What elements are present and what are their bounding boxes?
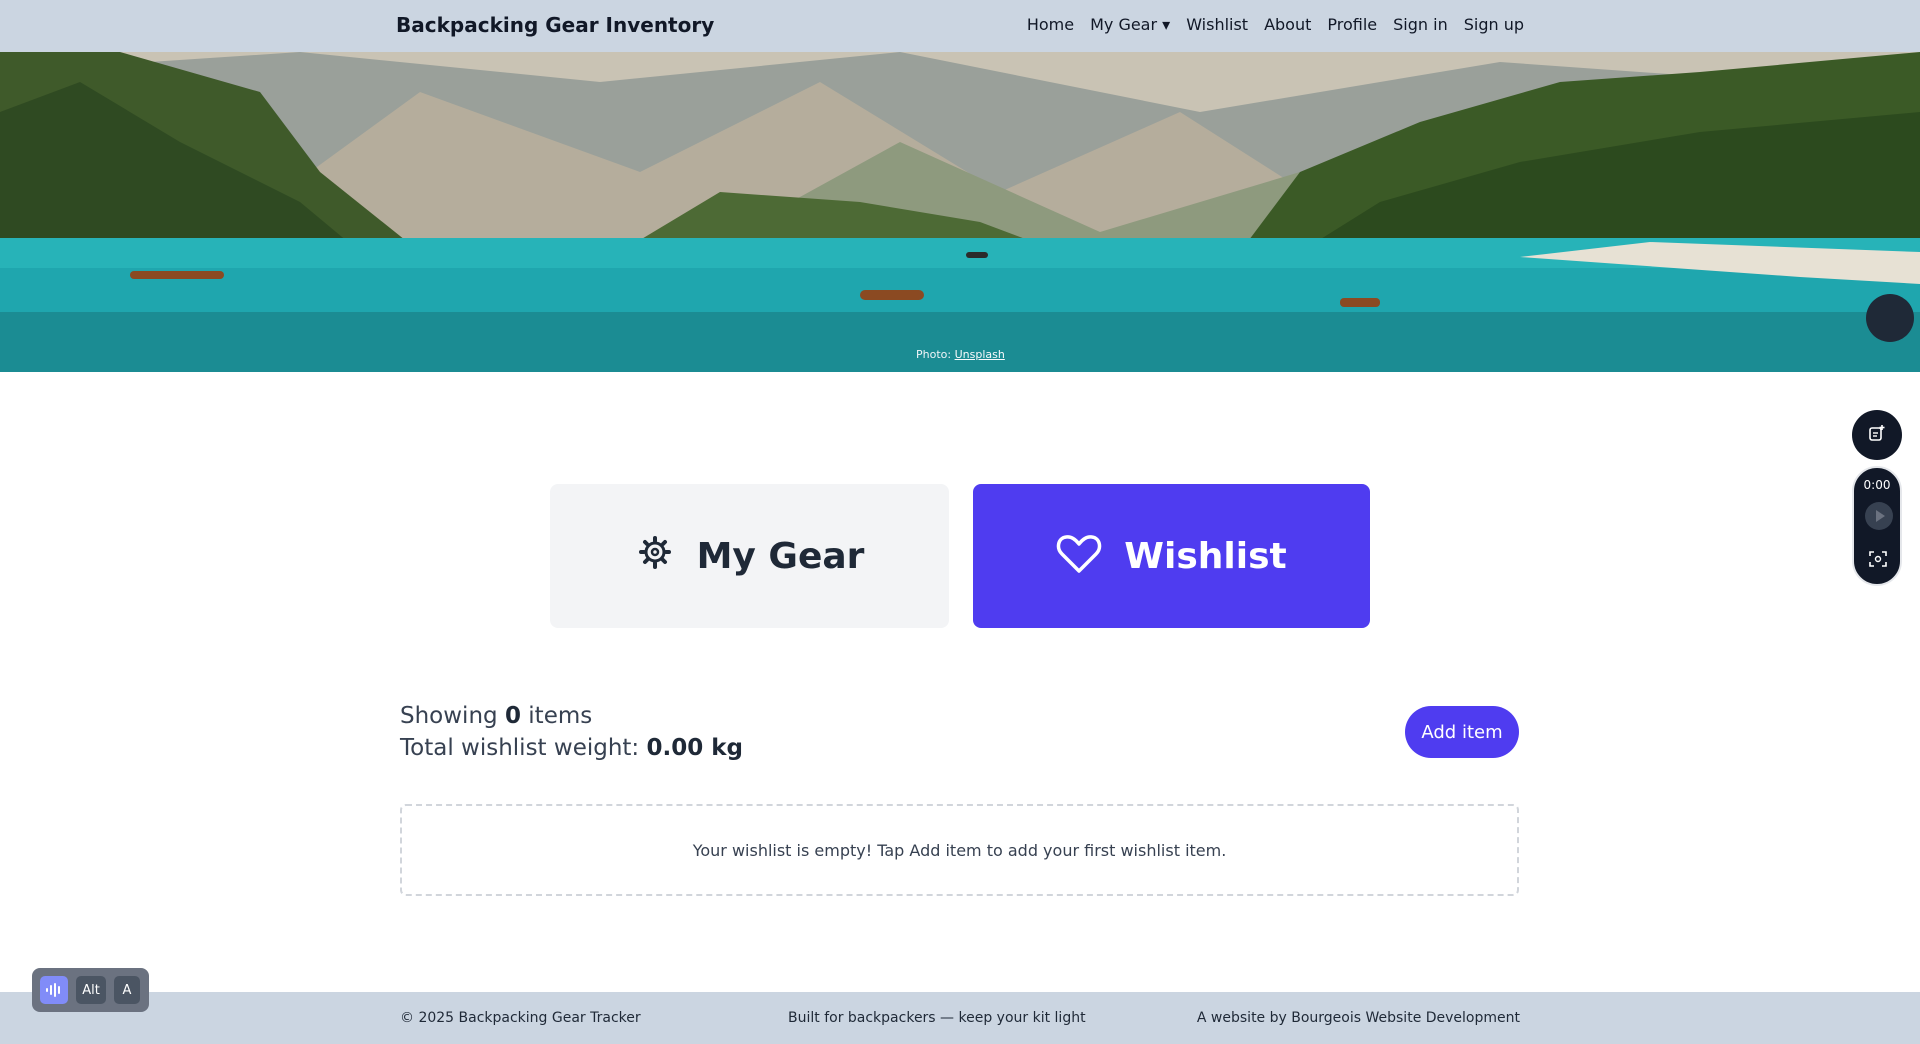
item-count-line: Showing 0 items	[400, 700, 743, 732]
total-weight-value: 0.00 kg	[646, 735, 744, 761]
player-time: 0:00	[1863, 478, 1891, 492]
nav-home[interactable]: Home	[1027, 15, 1074, 34]
audio-player-widget: 0:00	[1852, 466, 1902, 586]
screenshot-button[interactable]	[1869, 550, 1887, 572]
wishlist-summary: Showing 0 items Total wishlist weight: 0…	[400, 700, 743, 764]
item-count: 0	[504, 703, 521, 729]
edit-note-icon	[1868, 424, 1886, 446]
main-nav: Home My Gear ▾ Wishlist About Profile Si…	[1027, 15, 1524, 34]
site-brand[interactable]: Backpacking Gear Inventory	[396, 13, 714, 37]
accessibility-toolbar: Alt A	[32, 968, 149, 1012]
nav-about[interactable]: About	[1264, 15, 1311, 34]
total-weight-line: Total wishlist weight: 0.00 kg	[400, 732, 743, 764]
wishlist-card[interactable]: Wishlist	[973, 484, 1370, 628]
nav-my-gear-dropdown[interactable]: My Gear ▾	[1090, 15, 1170, 34]
nav-wishlist[interactable]: Wishlist	[1186, 15, 1248, 34]
waveform-icon	[46, 983, 60, 997]
play-button[interactable]	[1865, 502, 1893, 530]
empty-wishlist-box: Your wishlist is empty! Tap Add item to …	[400, 804, 1519, 896]
wishlist-card-title: Wishlist	[1124, 535, 1287, 577]
nav-sign-in[interactable]: Sign in	[1393, 15, 1448, 34]
my-gear-card-title: My Gear	[696, 535, 865, 577]
a-key-toggle[interactable]: A	[114, 976, 140, 1004]
screenshot-icon	[1869, 551, 1887, 567]
nav-sign-up[interactable]: Sign up	[1464, 15, 1524, 34]
my-gear-card[interactable]: My Gear	[550, 484, 949, 628]
add-item-button[interactable]: Add item	[1405, 706, 1519, 758]
play-icon	[1876, 510, 1885, 522]
photo-credit: Photo: Unsplash	[916, 348, 1005, 361]
heart-icon	[1056, 533, 1102, 579]
showing-label: Showing	[400, 703, 498, 729]
footer-credit: A website by Bourgeois Website Developme…	[1196, 1010, 1520, 1026]
floating-action-button[interactable]	[1866, 294, 1914, 342]
top-navbar: Backpacking Gear Inventory Home My Gear …	[0, 0, 1920, 52]
footer-tagline: Built for backpackers — keep your kit li…	[788, 1010, 1086, 1026]
lake-landscape-image	[0, 52, 1920, 372]
empty-wishlist-message: Your wishlist is empty! Tap Add item to …	[692, 840, 1227, 860]
note-record-button[interactable]	[1852, 410, 1902, 460]
hero-banner: Photo: Unsplash	[0, 52, 1920, 372]
waveform-toggle[interactable]	[40, 976, 68, 1004]
total-weight-label: Total wishlist weight:	[400, 735, 640, 761]
nav-profile[interactable]: Profile	[1327, 15, 1377, 34]
alt-key-toggle[interactable]: Alt	[76, 976, 106, 1004]
site-footer: © 2025 Backpacking Gear Tracker Built fo…	[0, 992, 1920, 1044]
unsplash-link[interactable]: Unsplash	[955, 348, 1005, 361]
photo-credit-label: Photo:	[916, 348, 952, 361]
items-label: items	[528, 703, 593, 729]
footer-copyright: © 2025 Backpacking Gear Tracker	[400, 1010, 641, 1026]
gear-icon	[635, 534, 675, 578]
